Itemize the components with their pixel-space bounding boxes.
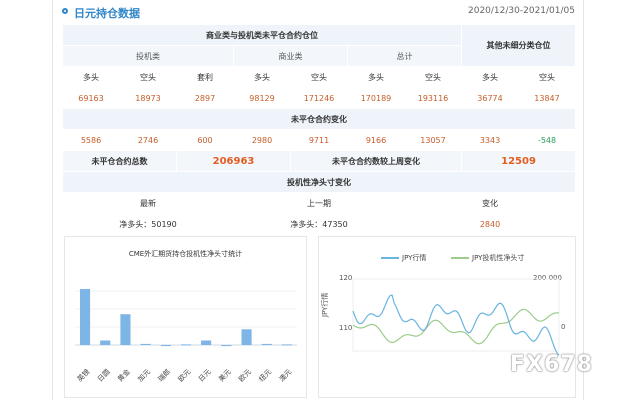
h-long: 多头 (461, 66, 520, 88)
section-title-net: 投机性净头寸变化 (61, 171, 577, 193)
col-commercial: 商业类 (233, 45, 348, 67)
h-long: 多头 (347, 66, 405, 88)
category-label: 日圆 (96, 368, 112, 384)
h-long: 多头 (233, 66, 291, 88)
h-long: 多头 (62, 66, 120, 88)
bar-0 (80, 289, 91, 345)
h-spread: 套利 (176, 66, 234, 88)
oi-total-label: 未平仓合约总数 (62, 150, 177, 172)
series-net-position (352, 308, 560, 345)
category-label: 美元 (217, 367, 233, 383)
category-label: 黄金 (116, 367, 132, 383)
net-col-change: 变化 (403, 192, 577, 214)
h-short: 空头 (290, 66, 348, 88)
group-header-other: 其他未细分类仓位 (461, 24, 577, 67)
page-header: 日元持仓数据 2020/12/30-2021/01/05 (60, 4, 575, 22)
bar-3 (140, 343, 151, 345)
cell: 193116 (403, 87, 463, 109)
bar-4 (160, 345, 171, 347)
cell: 9166 (347, 129, 405, 151)
bar-7 (221, 345, 232, 347)
cell: 2746 (119, 129, 177, 151)
cell: 600 (176, 129, 234, 151)
col-total: 总计 (346, 45, 463, 67)
cell: 9711 (290, 129, 348, 151)
cell: 5586 (62, 129, 120, 151)
bar-8 (241, 329, 252, 345)
cell: 98129 (233, 87, 291, 109)
category-label: 英镑 (75, 367, 91, 383)
date-range: 2020/12/30-2021/01/05 (468, 6, 575, 16)
page-title: 日元持仓数据 (74, 7, 140, 20)
cell: 2897 (176, 87, 234, 109)
cell: 3343 (461, 129, 520, 151)
cell: -548 (518, 129, 577, 151)
bar-6 (201, 340, 212, 345)
bar-5 (181, 344, 192, 346)
plot-area (352, 278, 560, 352)
series-jpy-price (352, 294, 560, 356)
bar-1 (100, 340, 111, 345)
bar-9 (261, 343, 272, 345)
net-col-prev: 上一期 (233, 192, 405, 214)
cell: 36774 (461, 87, 520, 109)
title-bullet-icon (62, 8, 68, 14)
category-label: 日元 (197, 368, 213, 384)
cell: 170189 (347, 87, 405, 109)
bar-chart: 英镑 日圆 黄金 加元 瑞郎 欧元 日元 美元 欧元 纽元 澳元 (75, 289, 297, 384)
oi-change-label: 未平仓合约数较上周变化 (289, 150, 463, 172)
col-speculative: 投机类 (62, 45, 234, 67)
cell: 2980 (233, 129, 291, 151)
category-label: 欧元 (237, 367, 253, 383)
category-label: 欧元 (176, 367, 192, 383)
h-short: 空头 (119, 66, 177, 88)
cme-net-position-chart-panel: CME外汇期货持仓投机性净头寸统计 英镑 日圆 黄金 加元 瑞郎 欧元 日元 美元 欧元 纽元 澳元 (64, 236, 307, 398)
group-header-noncommercial: 商业类与投机类未平仓合约仓位 (61, 24, 463, 46)
oi-change-value: 12509 (461, 150, 577, 172)
cell: 13057 (403, 129, 463, 151)
net-latest-value: 净多头：50190 (62, 213, 234, 235)
net-change-value: 2840 (403, 213, 577, 235)
category-label: 瑞郎 (156, 367, 172, 383)
positions-table: 商业类与投机类未平仓合约仓位 其他未细分类仓位 投机类 商业类 总计 多头 空头… (61, 24, 577, 235)
cell: 18973 (119, 87, 177, 109)
category-label: 澳元 (277, 367, 293, 383)
fx678-watermark: FX678 (510, 352, 593, 377)
net-prev-value: 净多头：47350 (233, 213, 405, 235)
category-label: 纽元 (257, 367, 273, 383)
bar-10 (281, 344, 292, 346)
oi-total-value: 206963 (176, 150, 291, 172)
category-label: 加元 (136, 367, 152, 383)
cell: 69163 (62, 87, 120, 109)
cell: 13847 (518, 87, 577, 109)
h-short: 空头 (403, 66, 463, 88)
section-title-oi-change: 未平仓合约变化 (61, 108, 577, 130)
h-short: 空头 (518, 66, 577, 88)
net-col-latest: 最新 (62, 192, 234, 214)
cell: 171246 (290, 87, 348, 109)
bar-2 (120, 314, 131, 345)
